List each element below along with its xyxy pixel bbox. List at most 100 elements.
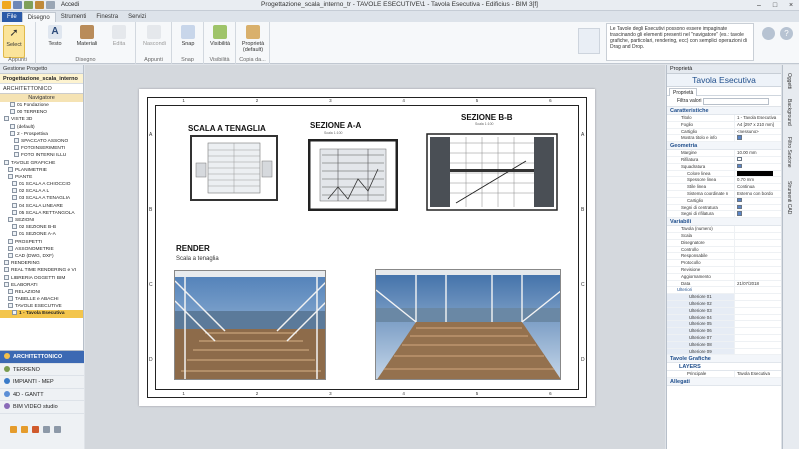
- property-value[interactable]: Continua: [735, 184, 781, 190]
- tree-item[interactable]: 01 SEZIONE A-A: [0, 231, 83, 238]
- property-value[interactable]: [735, 321, 781, 327]
- property-row[interactable]: Cartiglio: [667, 197, 781, 205]
- tree-item[interactable]: RELAZIONI: [0, 288, 83, 296]
- tree-item[interactable]: 02 SCALA A L: [0, 188, 83, 195]
- property-value[interactable]: [735, 233, 781, 239]
- tree-item[interactable]: TABELLE e ABACHI: [0, 296, 83, 303]
- tree-item[interactable]: PLANIMETRIE: [0, 166, 83, 174]
- property-value[interactable]: [735, 328, 781, 334]
- tab-proprieta[interactable]: Proprietà: [669, 88, 698, 96]
- property-row[interactable]: Aggiornamento: [667, 273, 781, 281]
- property-value[interactable]: [735, 197, 781, 204]
- dock-tab-filtro-sezione[interactable]: Filtro Sezione: [786, 137, 792, 168]
- checkbox[interactable]: [737, 197, 742, 203]
- property-value[interactable]: [735, 301, 781, 307]
- property-value[interactable]: Tavola Esecutiva: [735, 371, 781, 377]
- property-value[interactable]: [735, 335, 781, 341]
- tree-item[interactable]: SEZIONI: [0, 217, 83, 224]
- property-value[interactable]: [735, 260, 781, 266]
- nascondi-button[interactable]: Nascondi: [143, 25, 166, 47]
- property-value[interactable]: A4 [297 x 210 mm]: [735, 122, 781, 128]
- property-row[interactable]: Rifilatura: [667, 156, 781, 164]
- property-value[interactable]: [735, 170, 781, 177]
- property-row[interactable]: Cartiglio <nessuno>: [667, 128, 781, 136]
- tree-item[interactable]: VISTE 3D: [0, 116, 83, 123]
- tree-item[interactable]: 1 - Tavola Esecutiva: [0, 310, 83, 318]
- section-allegati[interactable]: Allegati: [667, 378, 781, 387]
- speaker-icon[interactable]: [54, 426, 61, 433]
- help-icon[interactable]: ?: [780, 27, 793, 40]
- checkbox[interactable]: [737, 211, 742, 216]
- property-value[interactable]: 1 - Tavola Esecutiva: [735, 115, 781, 121]
- property-value[interactable]: [735, 135, 781, 141]
- property-row[interactable]: Margine 10.00 mm: [667, 150, 781, 157]
- section-geometria[interactable]: Geometria: [667, 142, 781, 151]
- property-value[interactable]: [735, 267, 781, 273]
- property-value[interactable]: [735, 163, 781, 170]
- property-row[interactable]: Principale Tavola Esecutiva: [667, 371, 781, 379]
- tree-item[interactable]: ASSONOMETRIE: [0, 245, 83, 253]
- property-row[interactable]: Segni di centratura: [667, 204, 781, 212]
- snap-button[interactable]: Snap: [177, 25, 199, 47]
- tree-item[interactable]: PIANTE: [0, 173, 83, 181]
- tab-disegno[interactable]: Disegno: [21, 12, 56, 22]
- tree-item[interactable]: 03 SCALA A TENAGLIA: [0, 195, 83, 202]
- tree-item[interactable]: 2 - Prospettiva: [0, 130, 83, 138]
- tree-item[interactable]: SPACCATO ASSONO: [0, 137, 83, 145]
- property-row[interactable]: Titolo 1 - Tavola Esecutiva: [667, 115, 781, 122]
- property-value[interactable]: [735, 253, 781, 259]
- property-row[interactable]: Stile linea Continua: [667, 184, 781, 191]
- property-value[interactable]: 10.00 mm: [735, 150, 781, 156]
- tree-item[interactable]: ELABORATI: [0, 281, 83, 289]
- property-value[interactable]: [735, 349, 781, 355]
- property-row[interactable]: Foglio A4 [297 x 210 mm]: [667, 121, 781, 129]
- module-architettonico[interactable]: ARCHITETTONICO: [0, 351, 84, 364]
- tree-item[interactable]: 05 SCALA RETTANGOLA: [0, 209, 83, 217]
- property-row[interactable]: Controllo: [667, 246, 781, 254]
- drawing-canvas[interactable]: 1 1 2 2 3 3 4 4 5 5 6 6 A A B B C C D D SCALA A TENAGLIA SE…: [85, 65, 665, 449]
- tree-item[interactable]: LIBRERIA OGGETTI BIM: [0, 274, 83, 282]
- property-value[interactable]: [735, 211, 781, 217]
- property-value[interactable]: [735, 226, 781, 232]
- property-row[interactable]: Scala: [667, 232, 781, 240]
- tree-item[interactable]: PROSPETTI: [0, 238, 83, 246]
- property-row[interactable]: Segni di rifilatura: [667, 211, 781, 219]
- property-value[interactable]: [735, 342, 781, 348]
- ulteriori-group[interactable]: Ulteriori: [667, 287, 781, 295]
- maximize-button[interactable]: □: [767, 0, 783, 11]
- tab-servizi[interactable]: Servizi: [123, 12, 151, 22]
- property-value[interactable]: [735, 240, 781, 246]
- property-row[interactable]: Tavola (numero): [667, 226, 781, 233]
- property-value[interactable]: <nessuno>: [735, 129, 781, 135]
- tab-file[interactable]: File: [2, 12, 22, 22]
- proprieta-default-button[interactable]: Proprietà (default): [240, 25, 266, 53]
- property-row[interactable]: Ulteriore 01: [667, 294, 781, 301]
- property-value[interactable]: [735, 315, 781, 321]
- module-gantt[interactable]: 4D - GANTT: [0, 389, 84, 401]
- tree-item[interactable]: TAVOLE GRAFICHE: [0, 159, 83, 167]
- tree-item[interactable]: 01 Fondazione: [0, 102, 83, 109]
- tree-item[interactable]: 04 SCALA LINEARE: [0, 202, 83, 210]
- property-row[interactable]: Squadratura: [667, 163, 781, 171]
- property-row[interactable]: Mostra titolo e info: [667, 135, 781, 143]
- checkbox[interactable]: [737, 156, 742, 162]
- module-bim-video[interactable]: BIM VIDEO studio: [0, 401, 84, 414]
- property-row[interactable]: Ulteriore 07: [667, 334, 781, 342]
- settings-icon[interactable]: [762, 27, 775, 40]
- materiali-button[interactable]: Materiali: [76, 25, 98, 47]
- property-row[interactable]: Ulteriore 08: [667, 341, 781, 349]
- dock-tab-strumenti-cad[interactable]: Strumenti CAD: [786, 181, 792, 214]
- property-value[interactable]: 21/07/2018: [735, 281, 781, 287]
- close-button[interactable]: ×: [783, 0, 799, 11]
- tree-item[interactable]: 00 TERRENO: [0, 109, 83, 116]
- property-value[interactable]: [735, 274, 781, 280]
- tree-item[interactable]: 02 SEZIONE B-B: [0, 224, 83, 231]
- tree-item[interactable]: REAL TIME RENDERING e VI: [0, 267, 83, 274]
- property-row[interactable]: Protocollo: [667, 260, 781, 267]
- property-row[interactable]: Data 21/07/2018: [667, 280, 781, 288]
- property-value[interactable]: [735, 308, 781, 314]
- checkbox[interactable]: [737, 135, 742, 140]
- property-row[interactable]: Colore linea: [667, 170, 781, 178]
- property-row[interactable]: Spessore linea 0.70 mm: [667, 177, 781, 185]
- property-value[interactable]: Esterno con bordo: [735, 191, 781, 197]
